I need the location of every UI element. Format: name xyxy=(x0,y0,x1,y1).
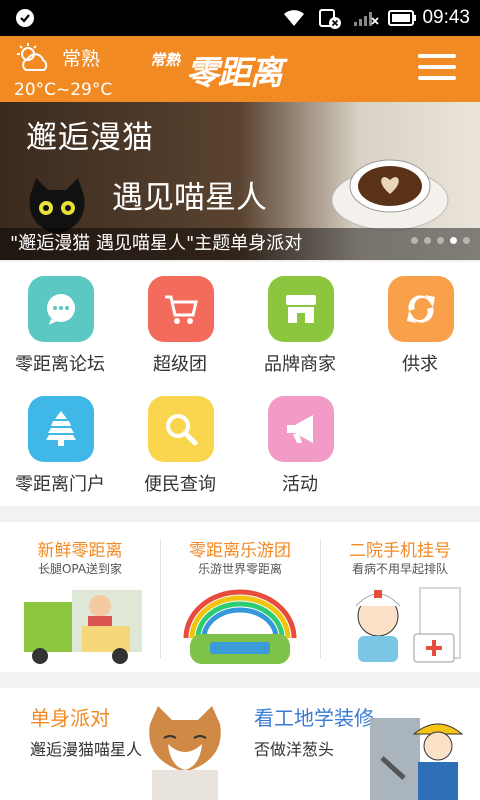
battery-icon xyxy=(388,10,416,26)
feature-title: 二院手机挂号 xyxy=(349,541,451,561)
banner-caption: "邂逅漫猫 遇见喵星人"主题单身派对 xyxy=(10,233,303,254)
feature-hospital-booking[interactable]: 二院手机挂号 看病不用早起排队 xyxy=(320,522,480,672)
grid-item-label: 零距离论坛 xyxy=(15,354,105,375)
menu-button[interactable] xyxy=(418,54,456,84)
hamburger-icon xyxy=(418,54,456,58)
rainbow-travel-icon xyxy=(183,589,297,664)
feature-row: 新鲜零距离 长腿OPA送到家 零距离乐游团 乐游世界零距离 二院手机挂号 看病不… xyxy=(0,522,480,672)
search-icon xyxy=(166,414,198,446)
logo-title: 零距离 xyxy=(186,53,283,92)
shop-icon xyxy=(286,295,316,323)
grid-item-label: 零距离门户 xyxy=(15,474,105,495)
check-notification-icon xyxy=(16,9,34,27)
pagoda-icon xyxy=(46,411,76,446)
grid-item-portal[interactable]: 零距离门户 xyxy=(0,382,120,502)
feature-title: 零距离乐游团 xyxy=(189,541,291,561)
grid-item-label: 便民查询 xyxy=(144,474,216,495)
feature-grid: 零距离论坛 超级团 品牌商家 供求 零距离门户 便民查询 活动 xyxy=(0,262,480,506)
feature-subtitle: 看病不用早起排队 xyxy=(351,562,448,576)
app-header: 常熟 20°C~29°C 常熟 零距离 xyxy=(0,36,480,102)
status-bar: 09:43 xyxy=(0,0,480,36)
logo-city: 常熟 xyxy=(150,51,181,69)
weather-temperature: 20°C~29°C xyxy=(14,80,113,100)
nurse-icon xyxy=(355,587,461,663)
cart-icon xyxy=(165,295,198,324)
feature-title: 新鲜零距离 xyxy=(37,541,123,561)
sim-blocked-icon xyxy=(319,9,341,29)
banner-title: 邂逅漫猫 xyxy=(26,120,154,156)
feature-subtitle: 乐游世界零距离 xyxy=(197,562,282,576)
grid-item-label: 超级团 xyxy=(153,354,207,375)
feature-fresh[interactable]: 新鲜零距离 长腿OPA送到家 xyxy=(0,522,160,672)
grid-item-label: 供求 xyxy=(402,354,438,375)
cat-photo-icon xyxy=(149,706,221,800)
card-renovation[interactable]: 看工地学装修 否做洋葱头 xyxy=(240,688,480,800)
delivery-truck-icon xyxy=(24,590,142,664)
feature-subtitle: 长腿OPA送到家 xyxy=(37,562,123,576)
card-title: 看工地学装修 xyxy=(254,706,374,730)
card-subtitle: 否做洋葱头 xyxy=(254,740,335,759)
card-singles-party[interactable]: 单身派对 邂逅漫猫喵星人 xyxy=(0,688,240,800)
carousel-indicator[interactable] xyxy=(405,229,470,248)
bottom-cards: 单身派对 邂逅漫猫喵星人 看工地学装修 否做洋葱头 xyxy=(0,688,480,800)
promo-banner[interactable]: 邂逅漫猫 遇见喵星人 "邂逅漫猫 遇见喵星人"主题单身派对 xyxy=(0,102,480,260)
megaphone-icon xyxy=(287,415,313,443)
banner-subtitle: 遇见喵星人 xyxy=(112,180,267,216)
exchange-icon xyxy=(407,295,435,323)
grid-item-super-group[interactable]: 超级团 xyxy=(120,262,240,382)
grid-item-label: 活动 xyxy=(282,474,318,495)
card-title: 单身派对 xyxy=(30,706,110,730)
weather-city: 常熟 xyxy=(62,48,101,70)
coffee-cup-icon xyxy=(331,159,449,231)
partly-cloudy-icon xyxy=(17,43,48,71)
card-subtitle: 邂逅漫猫喵星人 xyxy=(30,740,143,759)
chat-bubble-icon xyxy=(47,294,75,325)
status-time: 09:43 xyxy=(422,7,470,28)
grid-item-brand-merchants[interactable]: 品牌商家 xyxy=(240,262,360,382)
grid-item-label: 品牌商家 xyxy=(264,354,336,375)
signal-icon xyxy=(354,12,379,26)
grid-item-forum[interactable]: 零距离论坛 xyxy=(0,262,120,382)
construction-worker-icon xyxy=(370,718,464,800)
grid-item-supply-demand[interactable]: 供求 xyxy=(360,262,480,382)
wifi-icon xyxy=(284,10,304,26)
grid-item-events[interactable]: 活动 xyxy=(240,382,360,502)
grid-item-convenience-query[interactable]: 便民查询 xyxy=(120,382,240,502)
feature-travel[interactable]: 零距离乐游团 乐游世界零距离 xyxy=(160,522,320,672)
app-logo: 常熟 零距离 xyxy=(150,46,330,92)
